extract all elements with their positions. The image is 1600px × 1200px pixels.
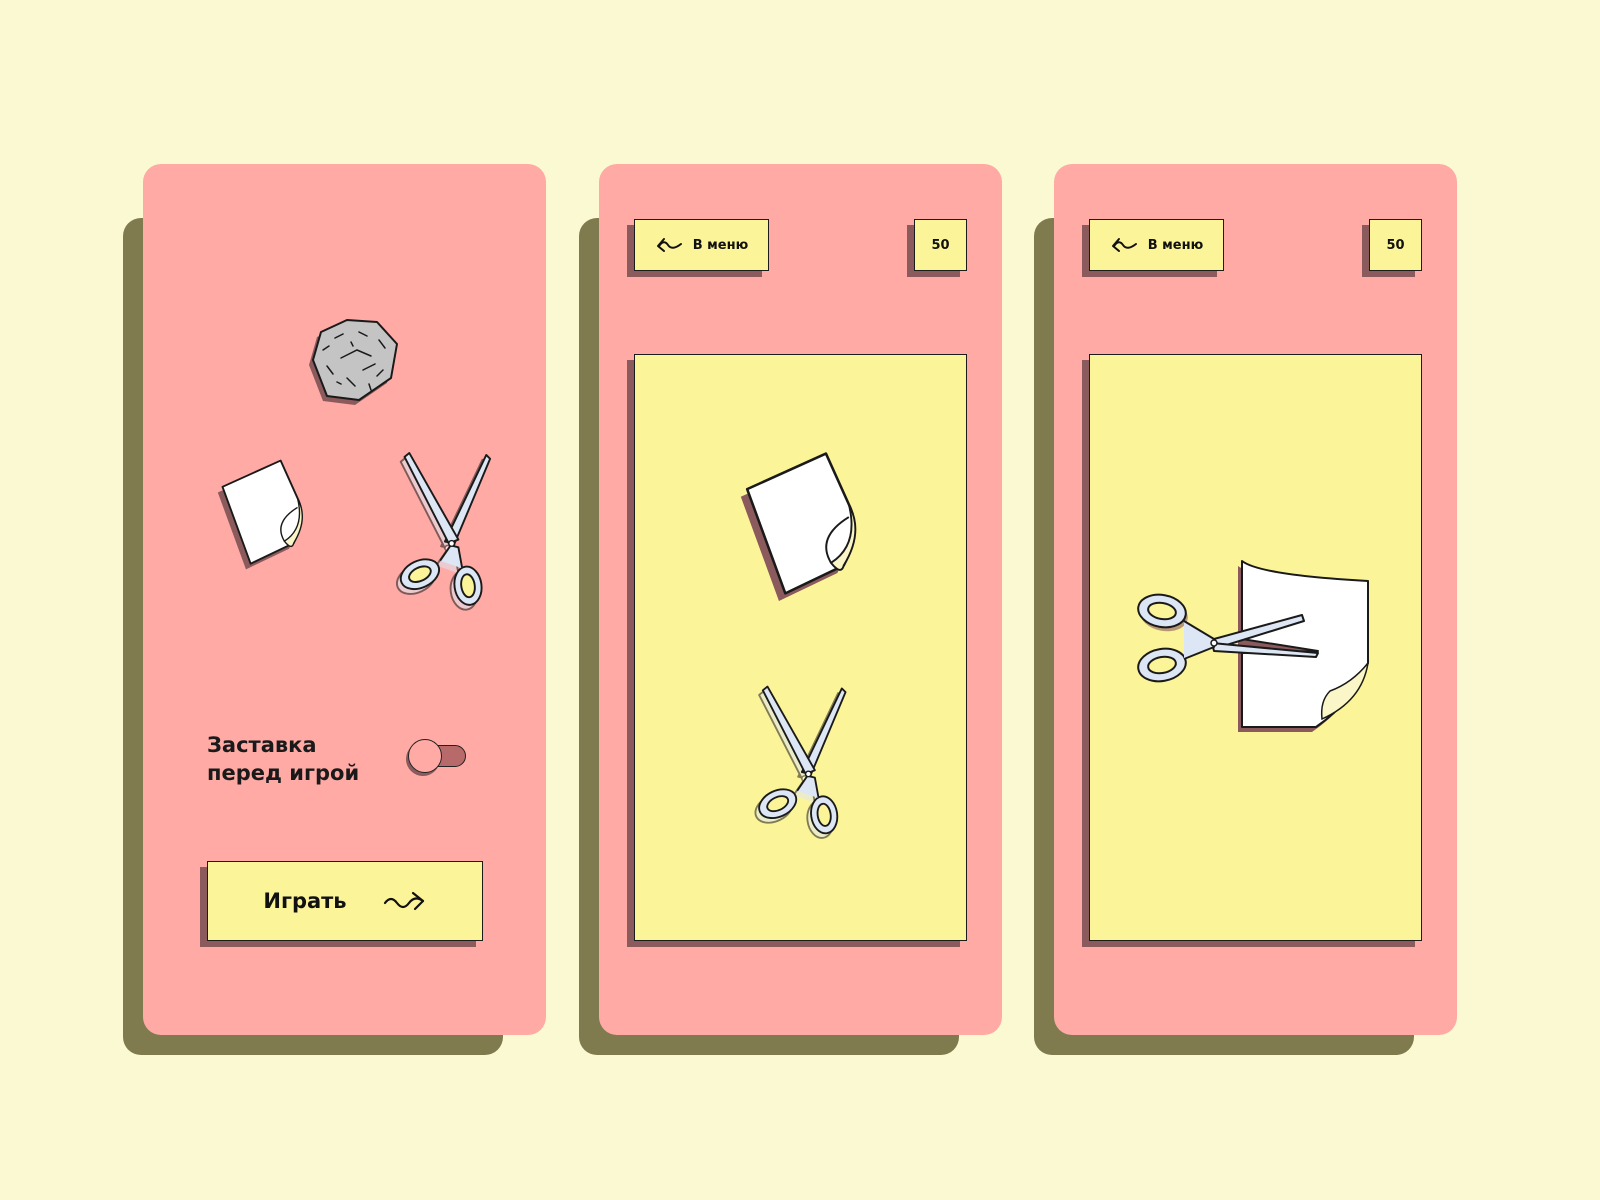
scissors-cutting-paper-icon bbox=[1137, 560, 1370, 732]
game-result-screen: В меню 50 bbox=[1034, 164, 1457, 1055]
back-to-menu-label: В меню bbox=[1147, 237, 1204, 253]
scissors-icon[interactable] bbox=[735, 681, 865, 839]
menu-screen: Заставка перед игрой Играть bbox=[123, 164, 546, 1055]
squiggle-arrow-left-icon bbox=[656, 238, 682, 252]
back-to-menu-button[interactable]: В меню bbox=[634, 219, 769, 271]
intro-toggle[interactable] bbox=[408, 739, 466, 773]
game-choice-screen: В меню 50 bbox=[579, 164, 1002, 1055]
game-board bbox=[634, 354, 967, 941]
result-card: В меню 50 bbox=[1054, 164, 1457, 1035]
game-board bbox=[1089, 354, 1422, 941]
score-counter: 50 bbox=[914, 219, 967, 271]
game-card: В меню 50 bbox=[599, 164, 1002, 1035]
back-to-menu-button[interactable]: В меню bbox=[1089, 219, 1224, 271]
scissors-icon[interactable] bbox=[393, 444, 493, 614]
play-button[interactable]: Играть bbox=[207, 861, 483, 941]
play-button-label: Играть bbox=[263, 889, 347, 913]
paper-icon[interactable] bbox=[215, 456, 305, 572]
squiggle-arrow-left-icon bbox=[1111, 238, 1137, 252]
squiggle-arrow-right-icon bbox=[383, 891, 424, 911]
rock-icon[interactable] bbox=[307, 316, 403, 406]
paper-icon[interactable] bbox=[737, 451, 859, 601]
intro-toggle-label: Заставка перед игрой bbox=[207, 733, 360, 785]
toggle-knob bbox=[408, 739, 442, 773]
score-counter: 50 bbox=[1369, 219, 1422, 271]
back-to-menu-label: В меню bbox=[692, 237, 749, 253]
menu-card: Заставка перед игрой Играть bbox=[143, 164, 546, 1035]
